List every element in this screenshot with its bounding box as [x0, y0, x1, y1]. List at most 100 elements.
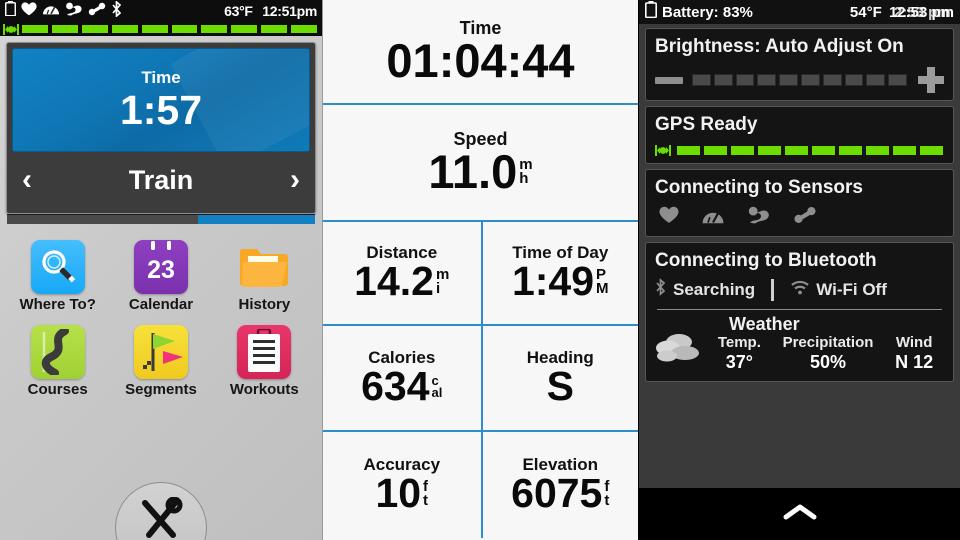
data-field-unit: m i [436, 267, 449, 297]
brightness-segment [844, 74, 864, 86]
gps-bar-segment [200, 24, 229, 34]
brightness-segment [692, 74, 711, 86]
gps-glyph-icon [3, 23, 19, 35]
flags-icon [133, 325, 188, 379]
app-where-to[interactable]: Where To? [6, 240, 109, 313]
data-field-time[interactable]: Time 01:04:44 [323, 0, 638, 105]
brightness-segment [757, 74, 777, 86]
app-calendar[interactable]: 23 Calendar [109, 240, 212, 313]
app-label: Calendar [128, 296, 194, 313]
app-segments[interactable]: Segments [109, 325, 212, 398]
unit-bottom: M [596, 279, 609, 297]
data-field-unit: m h [519, 157, 532, 187]
page-indicator[interactable] [7, 214, 315, 224]
power-meter-icon [793, 206, 817, 229]
data-field-unit: f t [604, 479, 609, 509]
status-panel: Battery: 83% 54°F 12:53 pm 2:53 pm Brigh… [638, 0, 960, 540]
power-meter-icon [88, 2, 106, 21]
chevron-up-icon[interactable] [783, 503, 817, 526]
time-tile[interactable]: Time 1:57 [12, 48, 310, 152]
data-field-value: 6075 [511, 470, 603, 517]
speed-sensor-icon [701, 207, 725, 229]
brightness-slider[interactable] [655, 67, 944, 93]
unit-bottom: h [519, 169, 529, 187]
data-field-value-wrap: 6075 f t [511, 473, 609, 514]
status-widget-list: Brightness: Auto Adjust On GPS Ready Con… [639, 24, 960, 488]
gps-bar-segment [730, 145, 755, 156]
gps-glyph-icon [655, 145, 671, 156]
brightness-segment [779, 74, 798, 86]
weather-col-value: 37° [725, 351, 753, 372]
sensors-widget[interactable]: Connecting to Sensors [645, 169, 954, 237]
train-card-wrapper: Time 1:57 ‹ Train › [0, 36, 322, 224]
gps-widget[interactable]: GPS Ready [645, 106, 954, 164]
bluetooth-weather-widget[interactable]: Connecting to Bluetooth Searching Wi-Fi … [645, 242, 954, 383]
next-page-arrow[interactable]: › [290, 165, 300, 195]
data-field-row: Distance 14.2 m i Time of Day 1:49 P M [323, 222, 638, 326]
data-field-calories[interactable]: Calories 634 c al [323, 326, 481, 430]
status-temperature: 54°F [849, 3, 882, 21]
app-workouts[interactable]: Workouts [213, 325, 316, 398]
app-grid: Where To? 23 Calendar History Courses Se… [0, 240, 322, 398]
weather-col-header: Temp. [717, 334, 761, 351]
unit-bottom: al [431, 384, 443, 400]
battery-icon [4, 1, 17, 21]
gps-signal-bar [0, 22, 322, 36]
data-field-unit: c al [431, 373, 443, 400]
page-indicator-track [7, 215, 198, 224]
wifi-icon [790, 280, 810, 300]
weather-col-header: Wind [895, 334, 933, 351]
weather-section[interactable]: Weather Temp. 37° Precipitation 50% Wind… [655, 314, 944, 372]
app-label: Workouts [229, 381, 299, 398]
brightness-segment [888, 74, 907, 86]
sensor-icon-group [655, 206, 944, 229]
data-field-value: 634 [361, 363, 430, 410]
data-field-heading[interactable]: Heading S [480, 326, 638, 430]
data-field-value: 10 [375, 470, 422, 517]
cadence-sensor-icon [65, 2, 83, 21]
prev-page-arrow[interactable]: ‹ [22, 165, 32, 195]
data-field-row: Accuracy 10 f t Elevation 6075 f t [323, 432, 638, 538]
weather-col-wind: Wind N 12 [895, 334, 933, 372]
time-tile-label: Time [141, 68, 181, 87]
brightness-segment [822, 74, 842, 86]
gps-bar-segment [811, 145, 836, 156]
gps-bar-segment [110, 24, 139, 34]
weather-col-precipitation: Precipitation 50% [783, 334, 874, 372]
app-history[interactable]: History [213, 240, 316, 313]
data-field-value-wrap: 10 f t [375, 473, 428, 514]
data-fields-panel: Time 01:04:44 Speed 11.0 m h Distance 14… [322, 0, 638, 540]
cloudy-icon [655, 329, 701, 372]
gps-bar-segment [784, 145, 809, 156]
gps-bar-segment [703, 145, 728, 156]
brightness-segment [866, 74, 886, 86]
data-field-accuracy[interactable]: Accuracy 10 f t [323, 432, 481, 538]
brightness-widget[interactable]: Brightness: Auto Adjust On [645, 28, 954, 101]
status-panel-footer[interactable] [639, 488, 960, 540]
bluetooth-title: Connecting to Bluetooth [655, 250, 877, 271]
train-title: Train [128, 164, 194, 195]
road-icon [30, 325, 85, 379]
gps-bar-segment [892, 145, 917, 156]
bluetooth-icon [111, 0, 122, 22]
brightness-plus-icon[interactable] [917, 67, 944, 93]
folder-icon [237, 240, 291, 294]
gps-bar-segment [260, 24, 289, 34]
calendar-icon: 23 [133, 240, 188, 294]
wrench-screwdriver-icon [139, 496, 183, 540]
data-field-row: Calories 634 c al Heading S [323, 326, 638, 432]
clipboard-icon [237, 325, 292, 379]
connectivity-row: Searching Wi-Fi Off [655, 278, 944, 301]
app-courses[interactable]: Courses [6, 325, 109, 398]
data-field-distance[interactable]: Distance 14.2 m i [323, 222, 481, 324]
data-field-unit: P M [596, 267, 609, 297]
app-label: Where To? [19, 296, 96, 313]
data-field-elevation[interactable]: Elevation 6075 f t [480, 432, 638, 538]
gps-bar-segment [838, 145, 863, 156]
tools-button[interactable] [115, 482, 207, 540]
gps-bar-segment [290, 24, 319, 34]
data-field-speed[interactable]: Speed 11.0 m h [323, 105, 638, 222]
data-field-time-of-day[interactable]: Time of Day 1:49 P M [480, 222, 638, 324]
battery-icon [645, 1, 657, 23]
brightness-minus-icon[interactable] [655, 76, 683, 84]
